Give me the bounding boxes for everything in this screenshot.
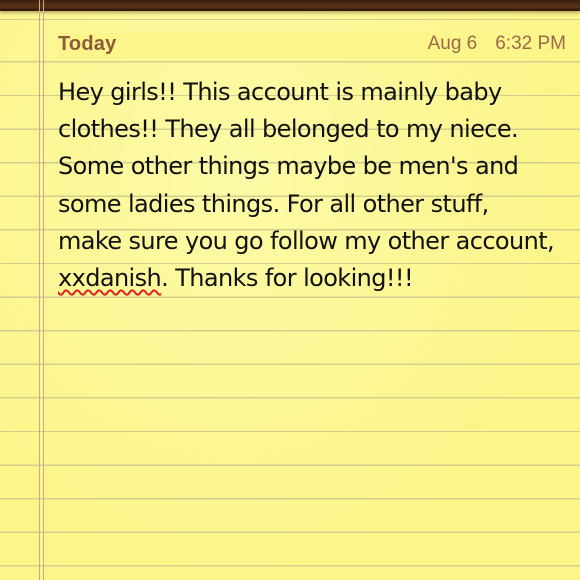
today-label: Today [58,33,117,55]
margin-line [43,0,44,580]
note-body-text: Hey girls!! This account is mainly baby … [58,78,555,255]
note-date: Aug 6 [427,33,478,54]
leather-binding-bar [0,0,580,11]
note-page: Today Aug 6 6:32 PM Hey girls!! This acco… [0,0,580,580]
misspelled-word[interactable]: xxdanish [58,264,162,292]
note-time: 6:32 PM [495,33,566,54]
margin-line [39,0,40,580]
note-body-text-end: . Thanks for looking!!! [161,264,413,293]
note-header: Today Aug 6 6:32 PM [58,33,566,59]
note-body[interactable]: Hey girls!! This account is mainly baby … [58,74,558,297]
note-timestamp: Aug 6 6:32 PM [428,33,566,55]
